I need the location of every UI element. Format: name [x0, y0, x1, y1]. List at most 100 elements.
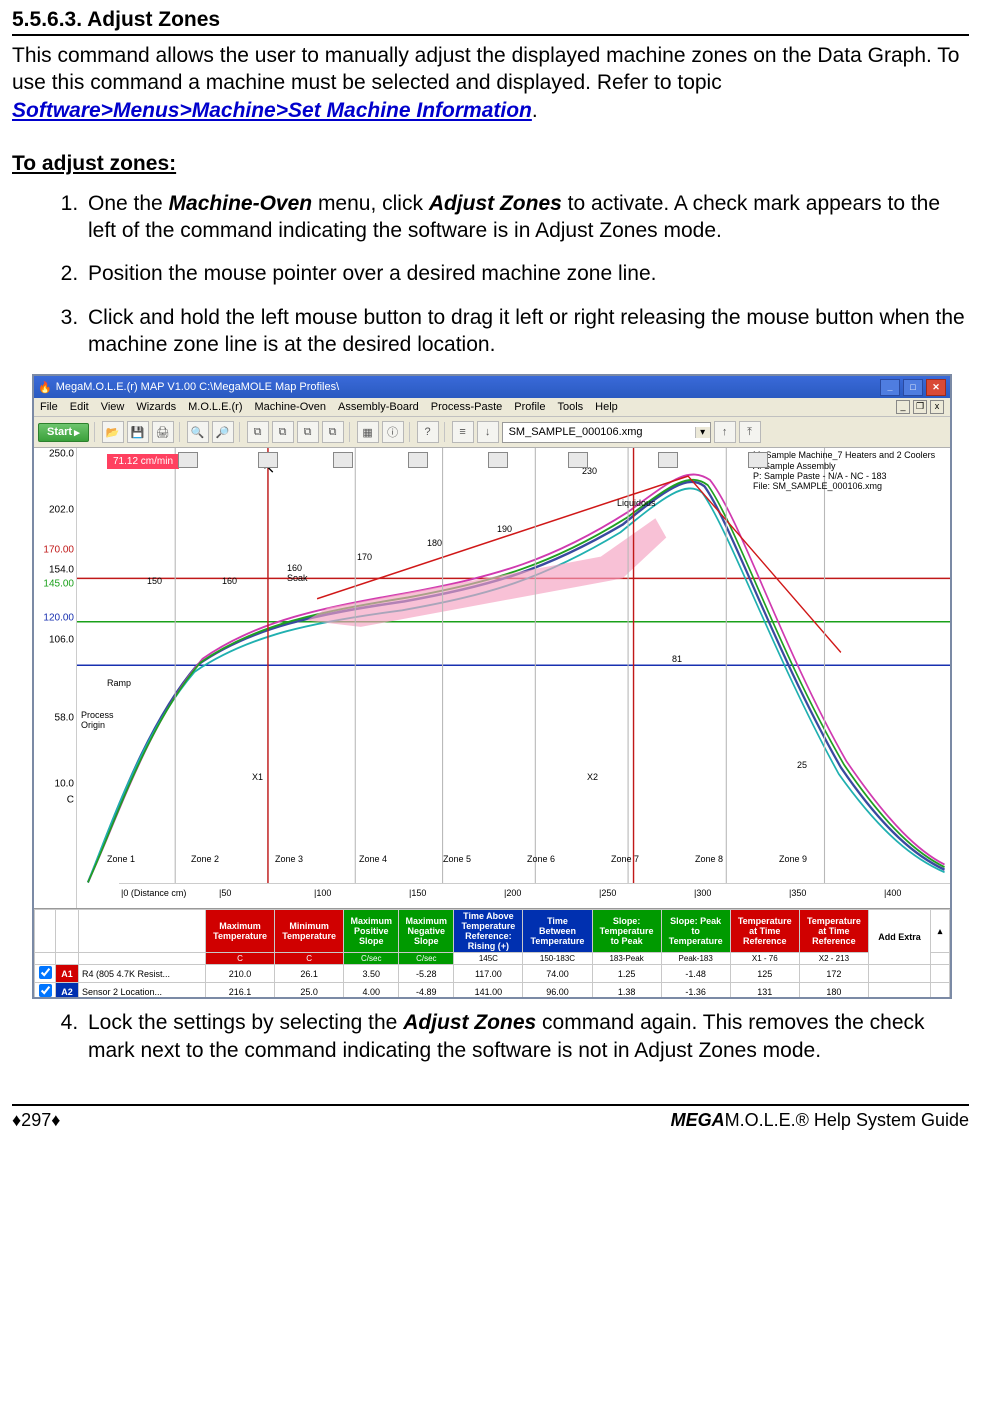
window-title: MegaM.O.L.E.(r) MAP V1.00 C:\MegaMOLE Ma… — [56, 381, 339, 393]
step4-cmd: Adjust Zones — [403, 1011, 536, 1034]
y-axis: 250.0202.0170.00154.0145.00120.00106.058… — [34, 448, 77, 908]
zone-handle[interactable] — [568, 452, 588, 468]
info-machine: M: Sample Machine_7 Heaters and 2 Cooler… — [753, 450, 948, 460]
row-checkbox[interactable] — [39, 966, 52, 979]
tool-d-icon[interactable]: ⧉ — [322, 421, 344, 443]
y-tick: 250.0 — [49, 449, 74, 460]
tool-prev-icon[interactable]: ≡ — [452, 421, 474, 443]
minimize-button[interactable]: _ — [880, 379, 900, 396]
page-number: ♦297♦ — [12, 1110, 60, 1131]
app-icon: 🔥 — [38, 381, 52, 394]
menu-file[interactable]: File — [40, 401, 58, 413]
zone-label: Zone 7 — [611, 854, 639, 864]
toolbar: Start▸ 📂 💾 🖨 🔍 🔎 ⧉ ⧉ ⧉ ⧉ ▦ ⓘ ? ≡ ↓ SM_SA… — [34, 417, 950, 448]
start-button[interactable]: Start▸ — [38, 423, 89, 442]
step-2: Position the mouse pointer over a desire… — [84, 260, 969, 287]
plot-annotation: Ramp — [107, 678, 131, 688]
row-checkbox[interactable] — [39, 984, 52, 997]
zone-handle[interactable] — [408, 452, 428, 468]
tool-help-icon[interactable]: ? — [417, 421, 439, 443]
y-tick: 120.00 — [43, 613, 74, 624]
chevron-down-icon[interactable]: ▾ — [695, 427, 710, 438]
zone-handle[interactable] — [258, 452, 278, 468]
y-tick: 106.0 — [49, 635, 74, 646]
plot-annotation: 180 — [427, 538, 442, 548]
tool-c-icon[interactable]: ⧉ — [297, 421, 319, 443]
step1-text-a: One the — [88, 192, 169, 215]
file-combo[interactable]: SM_SAMPLE_000106.xmg ▾ — [502, 422, 711, 443]
info-paste: P: Sample Paste - N/A - NC - 183 — [753, 471, 948, 481]
footer-title: MEGAM.O.L.E.® Help System Guide — [671, 1110, 969, 1131]
step1-cmd: Adjust Zones — [429, 192, 562, 215]
y-tick: C — [67, 795, 74, 806]
zone-label: Zone 2 — [191, 854, 219, 864]
plot-annotation: Liquidous — [617, 498, 656, 508]
tool-zoom-in-icon[interactable]: 🔍 — [187, 421, 209, 443]
zone-label: Zone 6 — [527, 854, 555, 864]
step-1: One the Machine-Oven menu, click Adjust … — [84, 190, 969, 245]
conveyor-speed: 71.12 cm/min — [107, 454, 179, 469]
tool-b-icon[interactable]: ⧉ — [272, 421, 294, 443]
menu-process-paste[interactable]: Process-Paste — [431, 401, 503, 413]
plot-annotation: Process Origin — [81, 710, 114, 730]
step1-text-c: menu, click — [312, 192, 429, 215]
menu-tools[interactable]: Tools — [557, 401, 583, 413]
tool-up-icon[interactable]: ↑ — [714, 421, 736, 443]
plot-area[interactable]: 71.12 cm/min ↖ M: Sample Machine_7 Heate… — [77, 448, 950, 908]
subheading: To adjust zones: — [12, 152, 969, 176]
menu-help[interactable]: Help — [595, 401, 618, 413]
zone-handle[interactable] — [178, 452, 198, 468]
step1-menu: Machine-Oven — [169, 192, 313, 215]
zone-label: Zone 8 — [695, 854, 723, 864]
plot-annotation: 25 — [797, 760, 807, 770]
y-tick: 170.00 — [43, 545, 74, 556]
zone-handle[interactable] — [748, 452, 768, 468]
maximize-button[interactable]: □ — [903, 379, 923, 396]
mdi-restore[interactable]: ❐ — [913, 400, 927, 414]
step4-text-a: Lock the settings by selecting the — [88, 1011, 403, 1034]
intro-text: This command allows the user to manually… — [12, 44, 959, 94]
close-button[interactable]: ✕ — [926, 379, 946, 396]
menubar: File Edit View Wizards M.O.L.E.(r) Machi… — [34, 398, 950, 417]
zone-label: Zone 5 — [443, 854, 471, 864]
step-4: Lock the settings by selecting the Adjus… — [84, 1009, 969, 1064]
intro-period: . — [532, 99, 538, 122]
tool-eject-icon[interactable]: ⤒ — [739, 421, 761, 443]
zone-label: Zone 9 — [779, 854, 807, 864]
tool-print-icon[interactable]: 🖨 — [152, 421, 174, 443]
tool-save-icon[interactable]: 💾 — [127, 421, 149, 443]
menu-profile[interactable]: Profile — [514, 401, 545, 413]
menu-assembly-board[interactable]: Assembly-Board — [338, 401, 419, 413]
menu-machine-oven[interactable]: Machine-Oven — [254, 401, 326, 413]
tool-notes-icon[interactable]: ▦ — [357, 421, 379, 443]
zone-label: Zone 4 — [359, 854, 387, 864]
mdi-close[interactable]: x — [930, 400, 944, 414]
plot-annotation: 160 Soak — [287, 563, 308, 583]
intro-paragraph: This command allows the user to manually… — [12, 42, 969, 124]
menu-wizards[interactable]: Wizards — [136, 401, 176, 413]
profile-info: M: Sample Machine_7 Heaters and 2 Cooler… — [753, 450, 948, 491]
tool-a-icon[interactable]: ⧉ — [247, 421, 269, 443]
plot-annotation: X1 — [252, 772, 263, 782]
mdi-minimize[interactable]: _ — [896, 400, 910, 414]
zone-handle[interactable] — [658, 452, 678, 468]
tool-zoom-out-icon[interactable]: 🔎 — [212, 421, 234, 443]
chart-svg — [77, 448, 950, 908]
menu-edit[interactable]: Edit — [70, 401, 89, 413]
steps-list-cont: Lock the settings by selecting the Adjus… — [12, 1009, 969, 1064]
tool-down-icon[interactable]: ↓ — [477, 421, 499, 443]
tool-info-icon[interactable]: ⓘ — [382, 421, 404, 443]
menu-mole[interactable]: M.O.L.E.(r) — [188, 401, 242, 413]
tool-open-icon[interactable]: 📂 — [102, 421, 124, 443]
y-tick: 154.0 — [49, 565, 74, 576]
zone-handle[interactable] — [333, 452, 353, 468]
link-set-machine-info[interactable]: Software>Menus>Machine>Set Machine Infor… — [12, 99, 532, 122]
plot-annotation: 150 — [147, 576, 162, 586]
plot-annotation: X2 — [587, 772, 598, 782]
plot-annotation: 81 — [672, 654, 682, 664]
menu-view[interactable]: View — [101, 401, 125, 413]
step-3: Click and hold the left mouse button to … — [84, 304, 969, 359]
file-combo-value: SM_SAMPLE_000106.xmg — [503, 426, 695, 438]
zone-handle[interactable] — [488, 452, 508, 468]
y-tick: 10.0 — [55, 779, 74, 790]
